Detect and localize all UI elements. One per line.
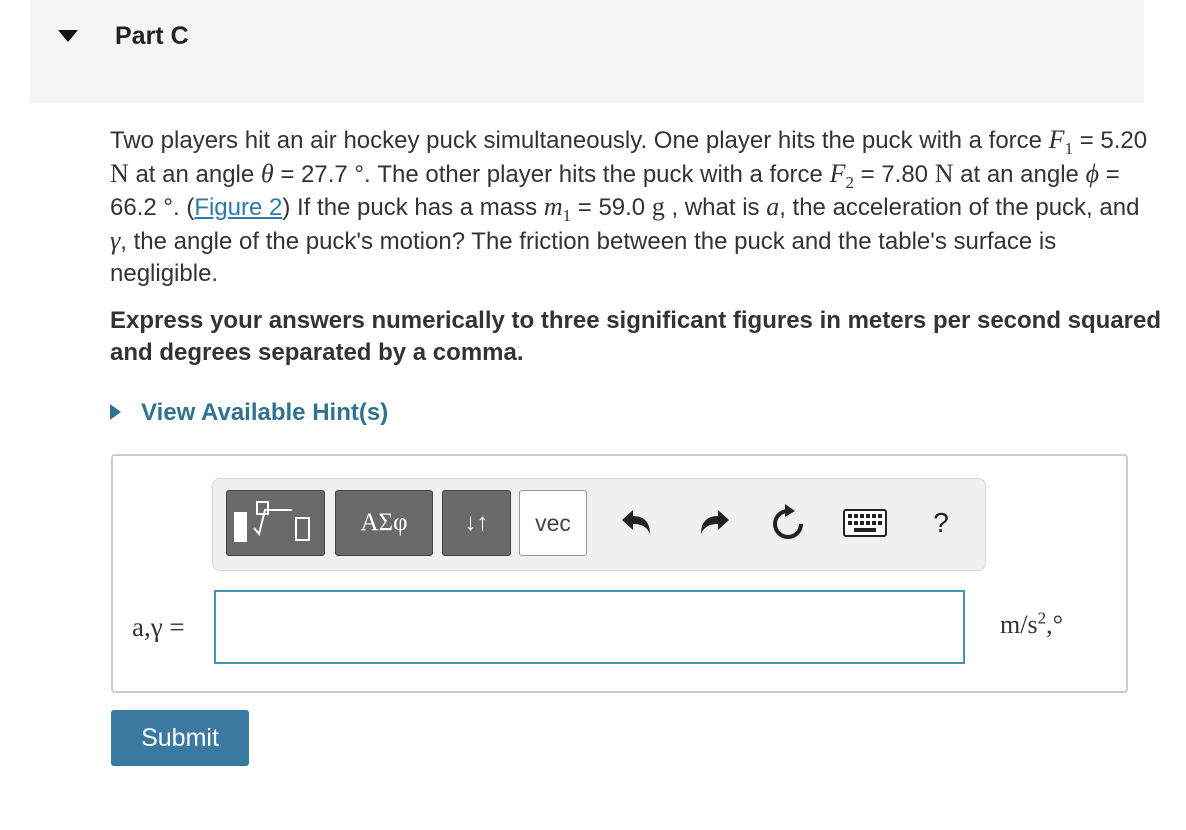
subscript: 2 (845, 172, 854, 192)
templates-button[interactable] (226, 490, 325, 556)
question-text: Two players hit an air hockey puck simul… (110, 124, 1150, 291)
view-hints-toggle[interactable]: View Available Hint(s) (110, 399, 388, 427)
units-exponent: 2 (1037, 608, 1047, 628)
question-segment: at an angle (953, 160, 1086, 188)
units-base: m/s (1000, 610, 1038, 639)
mass-symbol: m (543, 192, 563, 221)
math-toolbar: ΑΣφ ↓↑ vec ? (212, 478, 986, 571)
part-header (30, 0, 1144, 103)
answer-instructions: Express your answers numerically to thre… (110, 307, 1162, 366)
subscript-superscript-button[interactable]: ↓↑ (442, 490, 511, 556)
gamma-symbol: γ (110, 225, 121, 255)
question-segment: , the angle of the puck's motion? The fr… (110, 227, 1057, 288)
unit-gram: g (651, 192, 665, 221)
question-segment: = 5.20 (1073, 127, 1148, 154)
answer-label: a,γ = (132, 612, 185, 642)
force-symbol: F (829, 158, 846, 188)
greek-symbols-button[interactable]: ΑΣφ (335, 490, 433, 556)
unit-newton: N (110, 158, 129, 188)
expand-caret-icon (110, 403, 121, 420)
acceleration-symbol: a (766, 192, 780, 221)
subscript: 1 (1064, 138, 1074, 158)
redo-icon[interactable] (690, 499, 738, 547)
answer-units: m/s2,° (1000, 608, 1063, 640)
figure-link[interactable]: Figure 2 (194, 194, 282, 221)
templates-icon (233, 501, 310, 542)
phi-symbol: ϕ (1085, 158, 1100, 188)
question-segment: = 7.80 (853, 160, 935, 188)
question-segment: at an angle (128, 160, 261, 188)
force-symbol: F (1048, 125, 1065, 154)
units-degrees: ,° (1046, 610, 1063, 639)
question-segment: , what is (664, 194, 767, 221)
undo-icon[interactable] (613, 499, 661, 547)
question-segment: = 27.7 °. The other player hits the puck… (273, 160, 830, 188)
help-button[interactable]: ? (917, 499, 965, 547)
theta-symbol: θ (260, 158, 274, 188)
keyboard-icon[interactable] (840, 499, 890, 547)
question-segment: ) If the puck has a mass (282, 194, 544, 221)
question-segment: = 59.0 (571, 194, 652, 221)
subscript: 1 (562, 205, 572, 225)
hint-label: View Available Hint(s) (141, 399, 389, 426)
reset-icon[interactable] (764, 499, 812, 547)
question-segment: Two players hit an air hockey puck simul… (110, 127, 1049, 154)
answer-input[interactable] (214, 590, 965, 664)
part-title: Part C (115, 22, 189, 50)
submit-button[interactable]: Submit (111, 710, 249, 766)
collapse-caret-icon[interactable] (58, 30, 78, 42)
unit-newton: N (934, 158, 954, 188)
vector-button[interactable]: vec (519, 490, 587, 556)
question-segment: , the acceleration of the puck, and (779, 194, 1140, 221)
